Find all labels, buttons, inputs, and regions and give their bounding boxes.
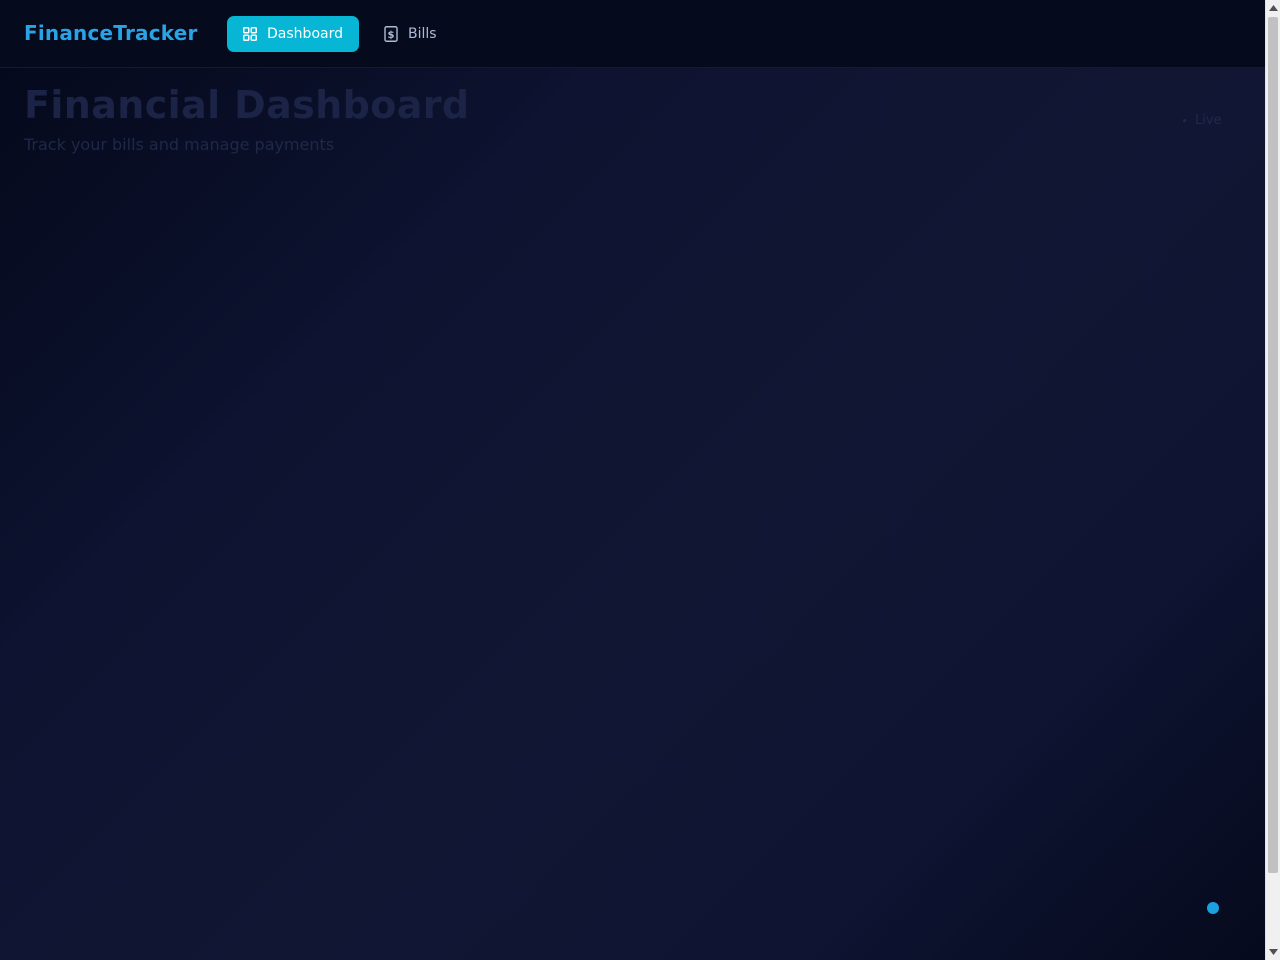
nav-dashboard-button[interactable]: Dashboard: [227, 16, 359, 52]
live-status-indicator: Live: [1183, 113, 1222, 128]
brand-logo-text[interactable]: FinanceTracker: [24, 21, 198, 45]
floating-action-dot[interactable]: [1207, 902, 1219, 914]
page-title: Financial Dashboard: [24, 83, 470, 127]
nav-dashboard-label: Dashboard: [267, 26, 343, 42]
live-label: Live: [1195, 113, 1222, 128]
nav-bills-label: Bills: [408, 26, 437, 42]
scrollbar-thumb[interactable]: [1268, 17, 1278, 873]
top-nav-bar: FinanceTracker Dashboard $ Bills: [0, 0, 1265, 68]
nav-bills-button[interactable]: $ Bills: [368, 16, 452, 52]
svg-text:$: $: [388, 30, 395, 41]
page-subtitle: Track your bills and manage payments: [24, 135, 335, 154]
dollar-receipt-icon: $: [384, 26, 398, 42]
vertical-scrollbar[interactable]: [1265, 0, 1280, 960]
scroll-up-arrow-icon[interactable]: [1266, 0, 1280, 16]
page-background: FinanceTracker Dashboard $ Bills Financi…: [0, 0, 1265, 960]
scroll-down-arrow-icon[interactable]: [1266, 944, 1280, 960]
app-window: FinanceTracker Dashboard $ Bills Financi…: [0, 0, 1280, 960]
live-dot-icon: [1183, 119, 1186, 122]
dashboard-grid-icon: [243, 26, 258, 42]
